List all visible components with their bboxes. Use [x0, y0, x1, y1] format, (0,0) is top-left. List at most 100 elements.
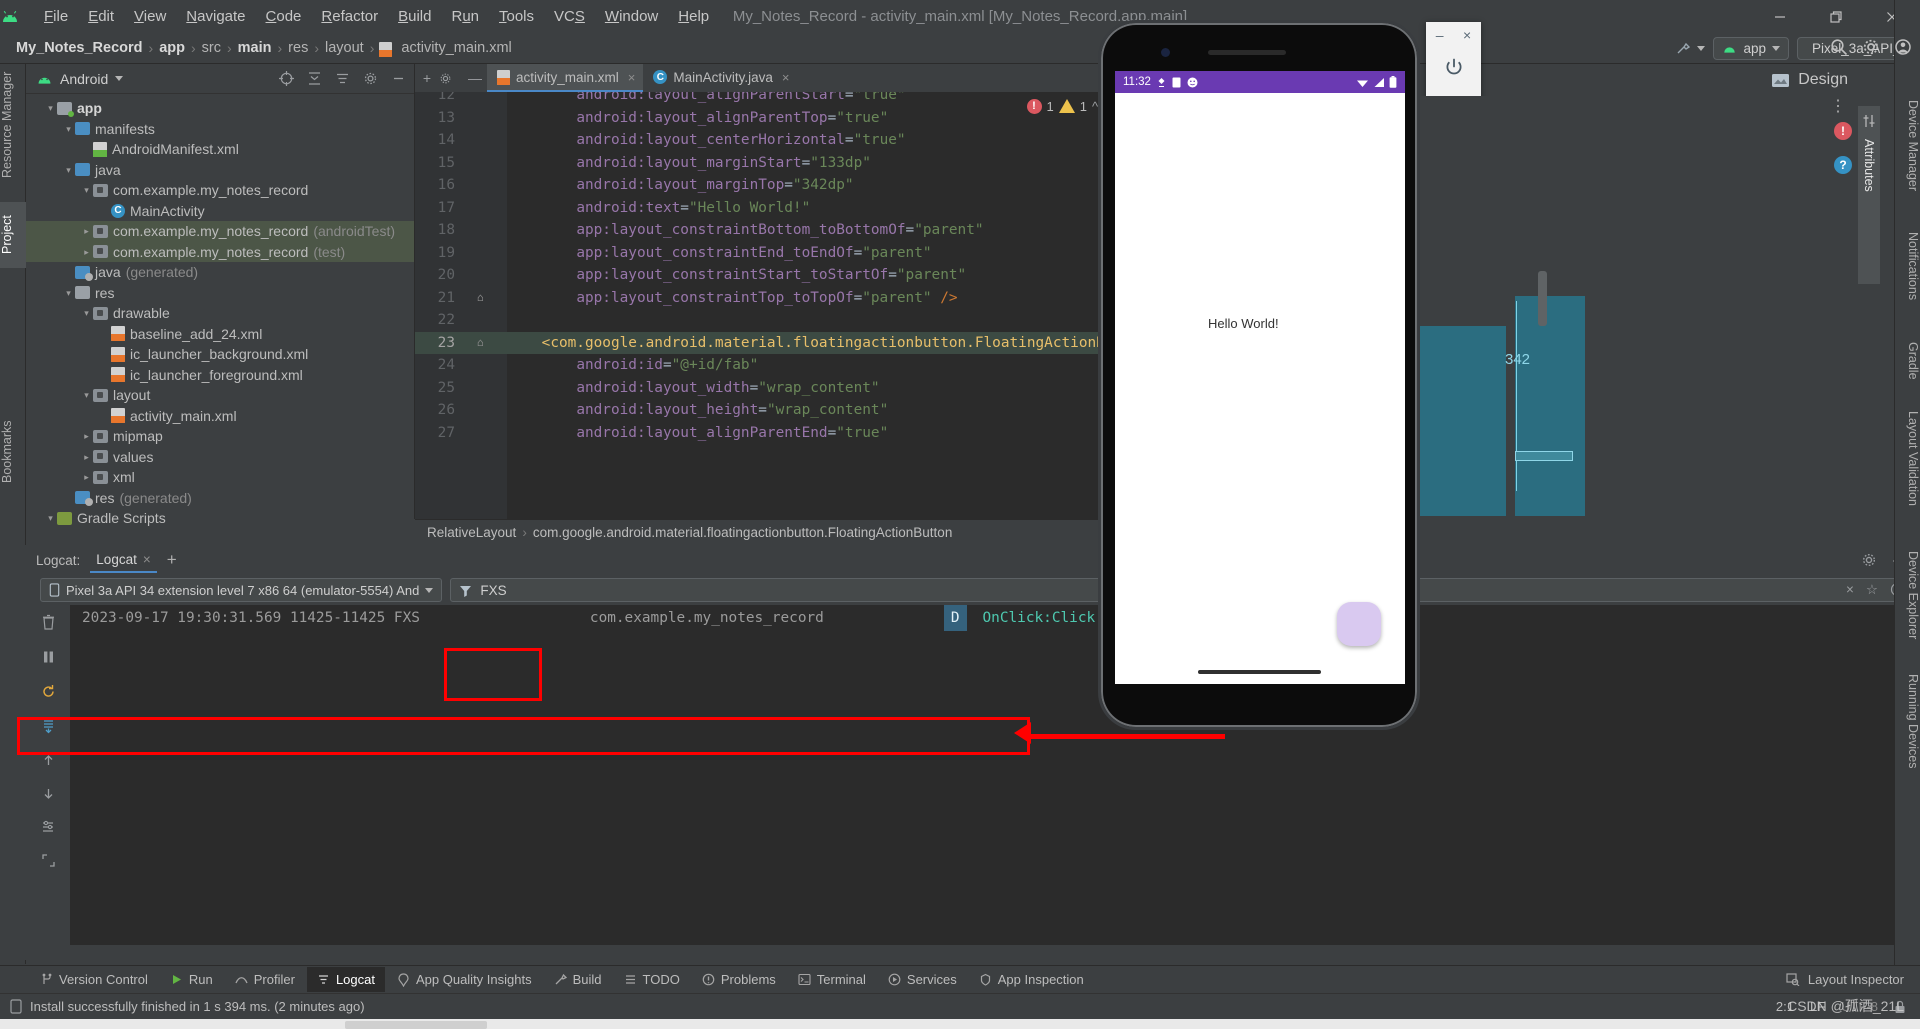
menu-code[interactable]: Code: [256, 5, 312, 28]
window-minimize-button[interactable]: [1752, 0, 1808, 33]
emulator-toolbar-minimize[interactable]: –: [1436, 27, 1444, 43]
menu-tools[interactable]: Tools: [489, 5, 544, 28]
breadcrumb-item-0[interactable]: My_Notes_Record: [12, 40, 147, 56]
gesture-nav-pill[interactable]: [1198, 670, 1321, 674]
chevron-down-icon[interactable]: ▾: [44, 508, 57, 529]
menu-build[interactable]: Build: [388, 5, 441, 28]
tree-item[interactable]: ▾ app: [26, 98, 414, 119]
chevron-down-icon[interactable]: ▾: [62, 283, 75, 304]
menu-view[interactable]: View: [124, 5, 176, 28]
chevron-right-icon[interactable]: ▸: [80, 467, 93, 488]
bottom-tab-services[interactable]: Services: [878, 967, 967, 992]
design-preview-pane[interactable]: 342: [1420, 96, 1860, 519]
code-line[interactable]: 20 app:layout_constraintStart_toStartOf=…: [415, 264, 1120, 287]
breadcrumb-item-2[interactable]: src: [198, 40, 225, 56]
help-icon[interactable]: ?: [1834, 156, 1852, 174]
tree-item[interactable]: ▾ com.example.my_notes_record: [26, 180, 414, 201]
code-line[interactable]: 12 android:layout_alignParentStart="true…: [415, 92, 1120, 107]
gear-icon[interactable]: [363, 71, 378, 86]
gear-icon[interactable]: [1861, 552, 1877, 568]
tree-item[interactable]: res (generated): [26, 488, 414, 509]
right-tab-notifications[interactable]: Notifications: [1894, 215, 1920, 317]
logcat-row[interactable]: 2023-09-17 19:30:31.569 11425-11425 FXS c…: [26, 605, 1920, 631]
bottom-right-tool[interactable]: Layout Inspector: [1786, 972, 1920, 987]
right-tab-running-devices[interactable]: Running Devices: [1894, 665, 1920, 777]
close-icon[interactable]: ×: [782, 70, 790, 85]
scroll-up-icon[interactable]: [42, 754, 55, 767]
sidebar-tab-project[interactable]: Project: [0, 202, 26, 268]
bottom-tab-app-inspection[interactable]: App Inspection: [969, 967, 1094, 992]
more-options-icon[interactable]: ⋮: [1830, 96, 1846, 116]
window-maximize-button[interactable]: [1808, 0, 1864, 33]
logcat-tab[interactable]: Logcat ×: [90, 548, 157, 573]
editor-tab-activity-main-xml[interactable]: activity_main.xml ×: [487, 64, 644, 92]
bottom-tab-terminal[interactable]: Terminal: [788, 967, 876, 992]
favorite-icon[interactable]: ☆: [1866, 582, 1878, 598]
code-line[interactable]: 16 android:layout_marginTop="342dp": [415, 174, 1120, 197]
menu-run[interactable]: Run: [441, 5, 489, 28]
editor-minimize-icon[interactable]: —: [463, 70, 487, 86]
tree-item[interactable]: ▸ xml: [26, 467, 414, 488]
add-logcat-tab-button[interactable]: +: [167, 550, 177, 570]
clear-query-icon[interactable]: ×: [1846, 582, 1854, 598]
logcat-device-selector[interactable]: Pixel 3a API 34 extension level 7 x86 64…: [40, 578, 443, 602]
bottom-tab-problems[interactable]: Problems: [692, 967, 786, 992]
chevron-down-icon[interactable]: [115, 76, 124, 81]
right-tab-device-manager[interactable]: Device Manager: [1894, 90, 1920, 202]
floating-action-button[interactable]: [1337, 602, 1381, 646]
expand-icon[interactable]: [41, 854, 55, 867]
code-line[interactable]: 22: [415, 309, 1120, 332]
sidebar-tab-bookmarks[interactable]: Bookmarks: [0, 409, 26, 495]
breadcrumb-item-6[interactable]: activity_main.xml: [397, 40, 515, 56]
code-line[interactable]: 26 android:layout_height="wrap_content": [415, 399, 1120, 422]
breadcrumb-item-3[interactable]: main: [234, 40, 276, 56]
tree-item[interactable]: ▾ manifests: [26, 119, 414, 140]
tree-item[interactable]: ic_launcher_foreground.xml: [26, 365, 414, 386]
editor-add-icon[interactable]: +: [415, 70, 439, 86]
code-line[interactable]: 21 ⌂ app:layout_constraintTop_toTopOf="pa…: [415, 287, 1120, 310]
taskbar-button[interactable]: [345, 1021, 487, 1029]
code-line[interactable]: 23 ⌂ <com.google.android.material.floatin…: [415, 331, 1120, 355]
code-line[interactable]: 18 app:layout_constraintBottom_toBottomO…: [415, 219, 1120, 242]
right-tab-gradle[interactable]: Gradle: [1894, 330, 1920, 392]
scroll-down-icon[interactable]: [42, 787, 55, 800]
chevron-down-icon[interactable]: ▾: [80, 180, 93, 201]
sidebar-tab-resource-manager[interactable]: Resource Manager: [0, 64, 26, 186]
menu-window[interactable]: Window: [595, 5, 668, 28]
code-fold-icon[interactable]: ⌂: [477, 287, 484, 310]
tree-item[interactable]: ▸ mipmap: [26, 426, 414, 447]
bottom-tab-profiler[interactable]: Profiler: [225, 967, 305, 992]
breadcrumb-item-4[interactable]: res: [284, 40, 312, 56]
chevron-down-icon[interactable]: ▾: [62, 160, 75, 181]
bottom-tab-version-control[interactable]: Version Control: [30, 967, 158, 992]
menu-edit[interactable]: Edit: [78, 5, 124, 28]
right-tab-device-explorer[interactable]: Device Explorer: [1894, 540, 1920, 650]
logcat-output[interactable]: 2023-09-17 19:30:31.569 11425-11425 FXS c…: [26, 605, 1920, 945]
search-icon[interactable]: [1830, 38, 1848, 56]
menu-vcs[interactable]: VCS: [544, 5, 595, 28]
breadcrumb-item-5[interactable]: layout: [321, 40, 368, 56]
bottom-tab-todo[interactable]: TODO: [614, 967, 690, 992]
code-line[interactable]: 13 android:layout_alignParentTop="true": [415, 107, 1120, 130]
target-icon[interactable]: [279, 71, 294, 86]
error-icon[interactable]: !: [1834, 122, 1852, 140]
design-mode-label[interactable]: Design: [1798, 71, 1848, 89]
tree-item[interactable]: ▾ Gradle Scripts: [26, 508, 414, 529]
tree-item[interactable]: baseline_add_24.xml: [26, 324, 414, 345]
code-line[interactable]: 19 app:layout_constraintEnd_toEndOf="par…: [415, 242, 1120, 265]
close-icon[interactable]: ×: [143, 552, 151, 567]
tree-item[interactable]: ▸ com.example.my_notes_record (androidTest…: [26, 221, 414, 242]
code-line[interactable]: 14 android:layout_centerHorizontal="true…: [415, 129, 1120, 152]
tree-item[interactable]: ▸ values: [26, 447, 414, 468]
code-line[interactable]: 15 android:layout_marginStart="133dp": [415, 152, 1120, 175]
bottom-tab-app-quality-insights[interactable]: App Quality Insights: [387, 967, 542, 992]
code-fold-icon[interactable]: ⌂: [477, 332, 484, 355]
chevron-right-icon[interactable]: ▸: [80, 221, 93, 242]
minimize-panel-icon[interactable]: [391, 71, 406, 86]
tree-item[interactable]: C MainActivity: [26, 201, 414, 222]
collapse-all-icon[interactable]: [307, 71, 322, 86]
chevron-down-icon[interactable]: ▾: [80, 385, 93, 406]
code-line[interactable]: 17 android:text="Hello World!": [415, 197, 1120, 220]
menu-navigate[interactable]: Navigate: [176, 5, 255, 28]
tree-item[interactable]: ▾ drawable: [26, 303, 414, 324]
